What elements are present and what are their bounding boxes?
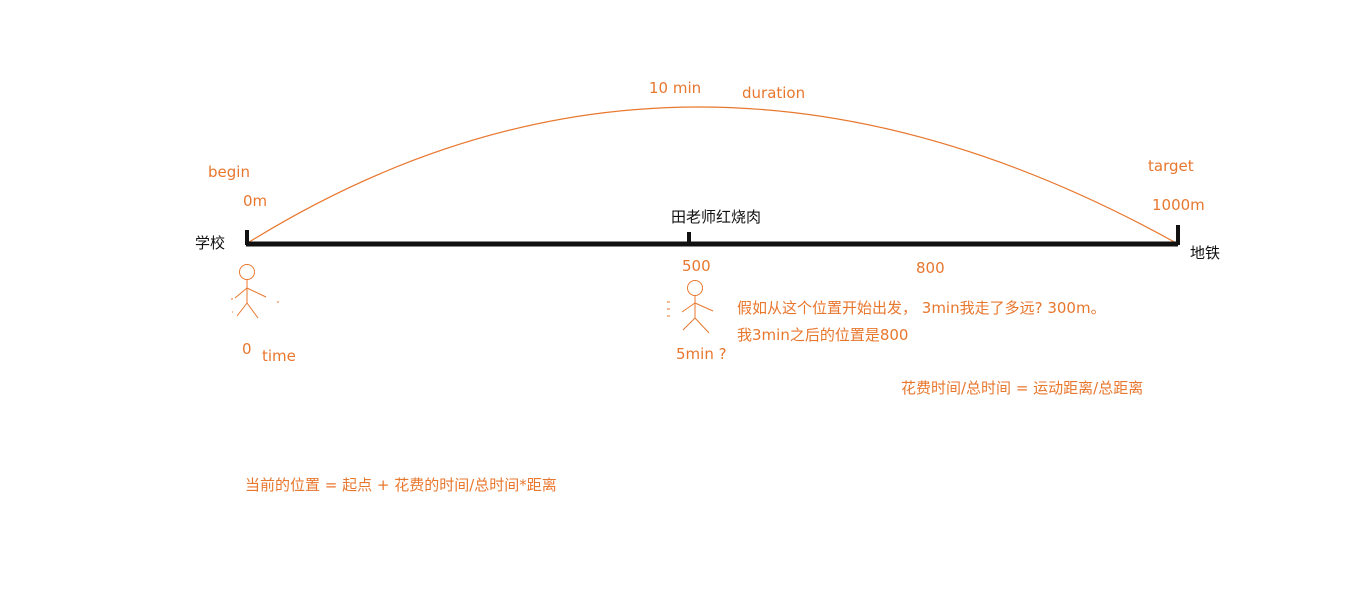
mid-distance-label: 500 [682, 257, 711, 275]
target-label: target [1148, 157, 1194, 175]
question-text: 假如从这个位置开始出发， 3min我走了多远? 300m。 [737, 299, 1106, 317]
start-distance-label: 0m [243, 192, 268, 210]
begin-label: begin [208, 163, 250, 181]
midpoint-place-label: 田老师红烧肉 [671, 208, 762, 226]
walker-start-figure [231, 264, 279, 319]
start-time-label: 0 [242, 340, 252, 358]
ratio-formula: 花费时间/总时间 = 运动距离/总距离 [901, 379, 1144, 397]
mid-time-label: 5min ? [676, 345, 727, 363]
duration-label: duration [742, 84, 806, 102]
later-distance-label: 800 [916, 259, 945, 277]
end-place-label: 地铁 [1190, 244, 1221, 262]
answer-text: 我3min之后的位置是800 [737, 326, 909, 344]
time-label: time [262, 347, 296, 365]
duration-value-label: 10 min [649, 79, 702, 97]
walker-mid-figure [667, 280, 714, 334]
start-place-label: 学校 [195, 234, 226, 252]
position-formula: 当前的位置 = 起点 + 花费的时间/总时间*距离 [245, 476, 557, 494]
end-distance-label: 1000m [1152, 196, 1205, 214]
